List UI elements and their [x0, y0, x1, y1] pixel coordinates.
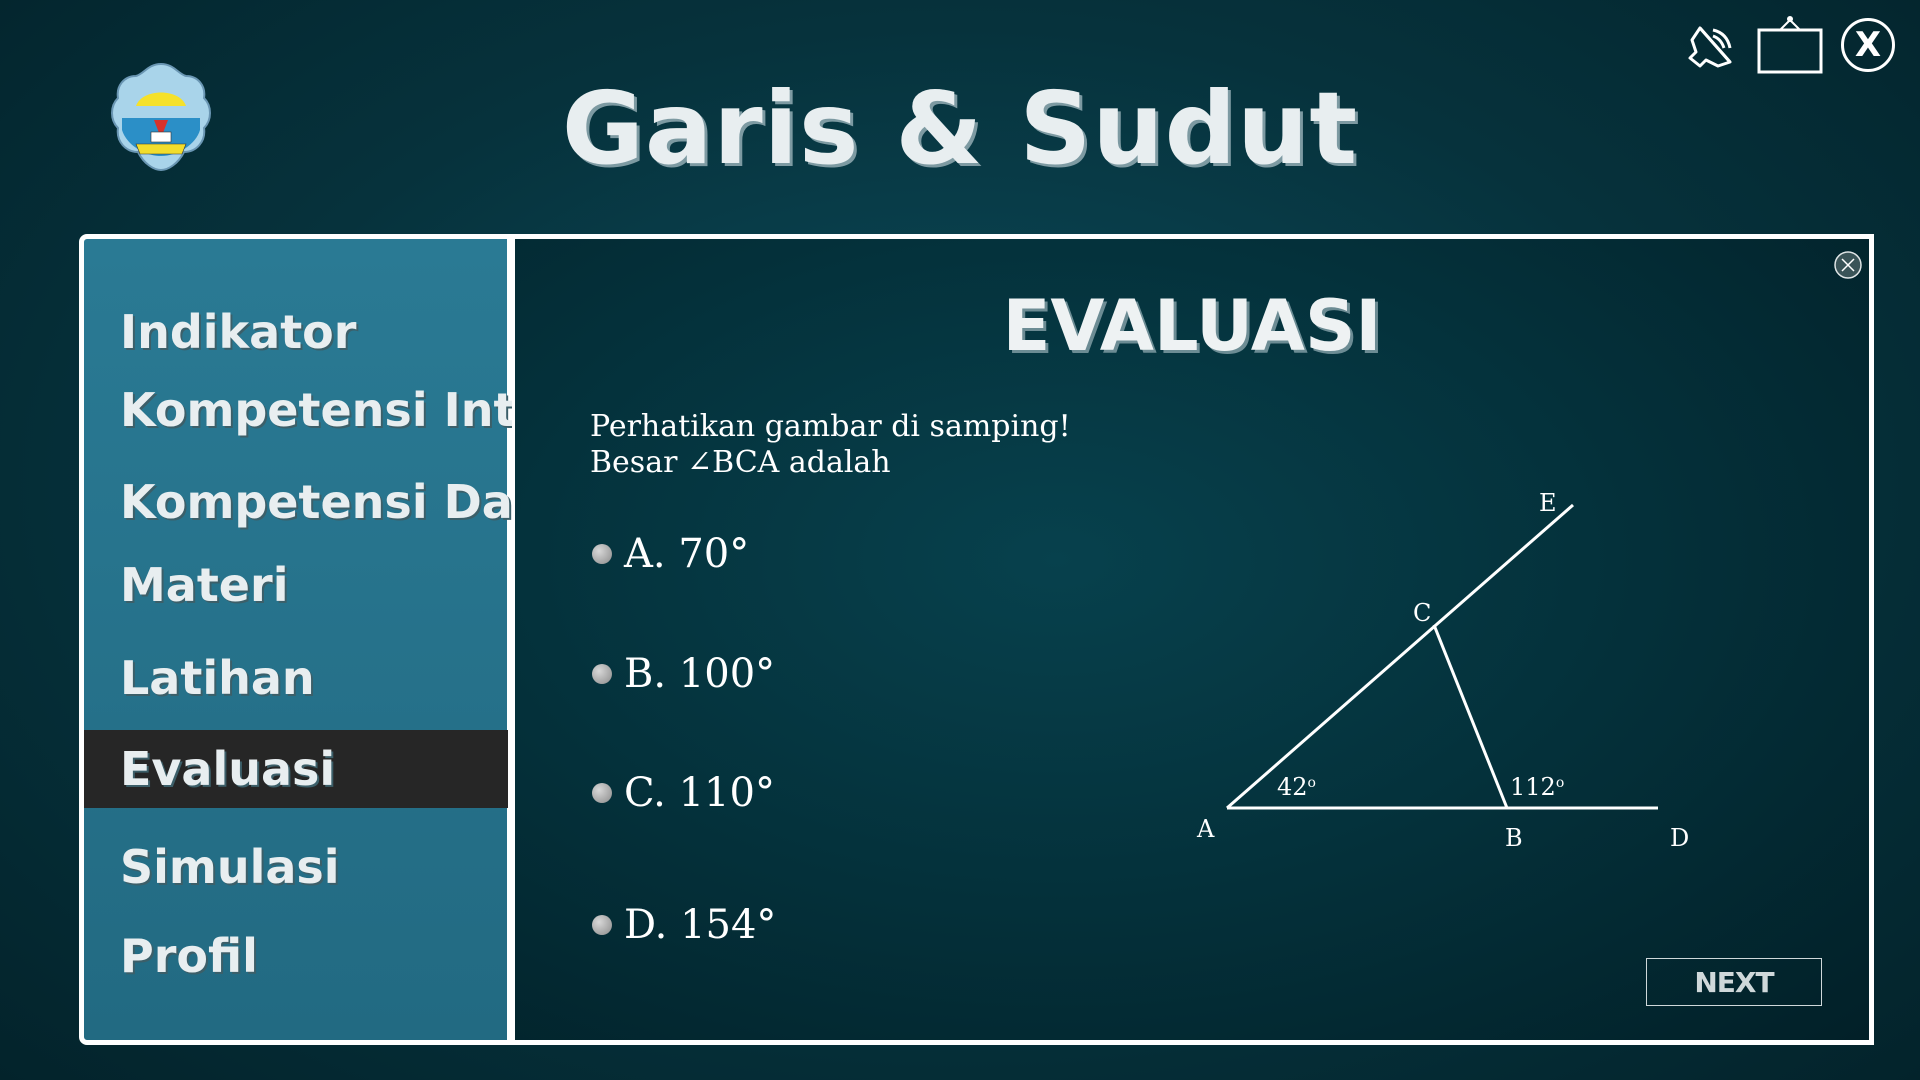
sidebar-menu: Indikator Kompetensi Inti Kompetensi Das… [79, 234, 594, 1045]
sidebar-item-kompetensi-inti[interactable]: Kompetensi Inti [84, 371, 531, 449]
label-C: C [1413, 599, 1431, 627]
label-A: A [1196, 815, 1215, 843]
line-CB [1432, 624, 1509, 809]
sidebar-item-materi[interactable]: Materi [84, 546, 508, 624]
label-B: B [1505, 824, 1523, 852]
angle-A-label: 42o [1277, 773, 1316, 801]
label-D: D [1670, 824, 1689, 852]
line-AE [1226, 503, 1574, 810]
geometry-diagram: E C A B D 42o 112o [1196, 489, 1689, 852]
angle-B-label: 112o [1510, 773, 1564, 801]
label-E: E [1539, 489, 1557, 517]
app-title: Garis & Sudut [561, 70, 1359, 187]
content-panel: EVALUASI Perhatikan gambar di samping! B… [512, 234, 1874, 1045]
sidebar-item-latihan[interactable]: Latihan [84, 639, 508, 717]
exit-button[interactable]: X [1841, 18, 1895, 72]
sidebar-item-indikator[interactable]: Indikator [84, 293, 508, 371]
sidebar-item-profil[interactable]: Profil [84, 917, 508, 995]
sidebar-item-evaluasi[interactable]: Evaluasi [84, 730, 508, 808]
speaker-muted-icon[interactable] [1686, 22, 1738, 74]
next-button[interactable]: NEXT [1646, 958, 1822, 1006]
sidebar-item-kompetensi-dasar[interactable]: Kompetensi Dasar [84, 463, 594, 541]
sidebar-item-simulasi[interactable]: Simulasi [84, 828, 508, 906]
whiteboard-icon[interactable] [1756, 14, 1824, 76]
